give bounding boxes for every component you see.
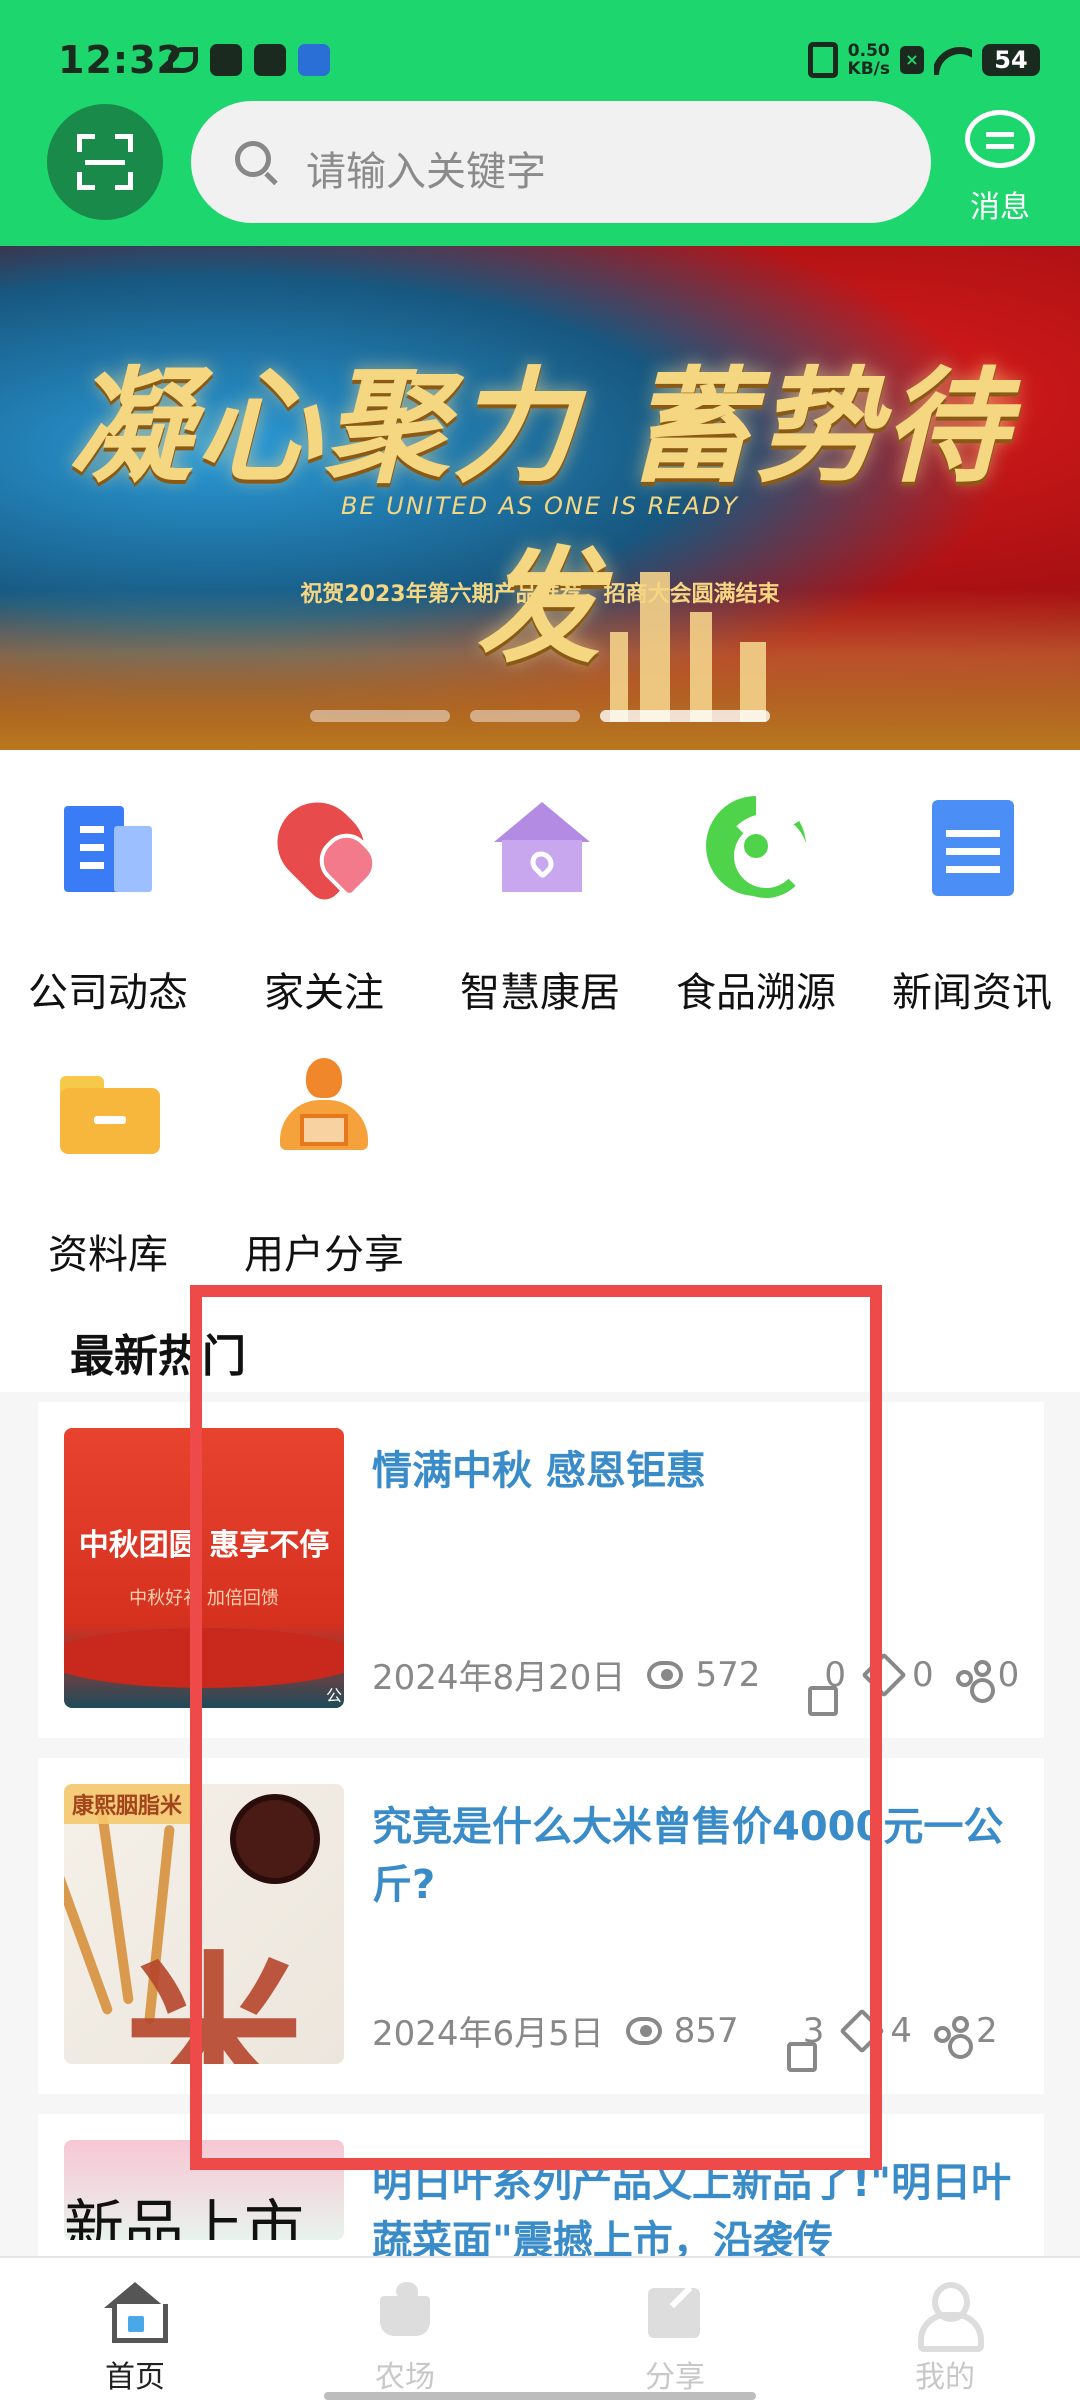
- nav-farm[interactable]: 农场: [270, 2258, 540, 2408]
- feature-user-share[interactable]: 用户分享: [216, 1022, 432, 1278]
- home-icon: [104, 2280, 168, 2343]
- nav-share[interactable]: 分享: [540, 2258, 810, 2408]
- status-time: 12:32: [58, 38, 184, 82]
- search-placeholder: 请输入关键字: [306, 149, 546, 195]
- hearts-icon: [274, 796, 374, 896]
- user-share-icon: [274, 1058, 374, 1158]
- leaf-app-icon: [168, 47, 198, 73]
- no-sim-icon: ×: [900, 46, 924, 74]
- banner-subtitle: 祝贺2023年第六期产品推荐、招商大会圆满结束: [300, 582, 780, 607]
- app-store-icon: [298, 44, 330, 76]
- carousel-indicator: [310, 710, 770, 724]
- scan-button[interactable]: [47, 104, 163, 220]
- status-bar: 12:32 0.50 KB/s × 54: [0, 0, 1080, 96]
- vibrate-icon: [807, 42, 838, 78]
- nav-mine[interactable]: 我的: [810, 2258, 1080, 2408]
- share-icon[interactable]: [955, 1659, 991, 1690]
- chat-bubble-icon: [965, 110, 1035, 168]
- top-header: 12:32 0.50 KB/s × 54 请输入关键字 消息: [0, 0, 1080, 246]
- document-icon: [64, 796, 156, 896]
- house-icon: [490, 796, 590, 896]
- favorite-count: 0: [911, 1654, 934, 1695]
- wifi-icon: [934, 45, 972, 75]
- bottom-nav: 首页 农场 分享 我的: [0, 2256, 1080, 2408]
- share-square-icon: [644, 2280, 706, 2342]
- notification-icons: [168, 44, 330, 76]
- farm-basket-icon: [374, 2280, 436, 2342]
- banner-english: BE UNITED AS ONE IS READY: [340, 492, 740, 520]
- share-icon[interactable]: [933, 2015, 969, 2046]
- favorite-count: 4: [890, 2010, 912, 2051]
- feature-news[interactable]: 新闻资讯: [864, 760, 1080, 1016]
- scan-icon: [77, 134, 133, 190]
- feature-library[interactable]: 资料库: [0, 1022, 216, 1278]
- message-app-icon: [210, 44, 242, 76]
- highlight-box: [190, 1285, 882, 2170]
- messages-button[interactable]: 消息: [950, 104, 1050, 225]
- folder-icon: [58, 1058, 160, 1158]
- feature-food-trace[interactable]: 食品溯源: [648, 760, 864, 1016]
- system-status: 0.50 KB/s × 54: [807, 41, 1040, 79]
- promo-banner[interactable]: 凝心聚力 蓄势待发 BE UNITED AS ONE IS READY 祝贺20…: [0, 246, 1080, 750]
- user-icon: [914, 2280, 984, 2352]
- messages-label: 消息: [970, 190, 1030, 225]
- battery-indicator: 54: [982, 44, 1040, 76]
- gesture-bar[interactable]: [324, 2392, 756, 2400]
- feature-family-care[interactable]: 家关注: [216, 760, 432, 1016]
- tiktok-icon: [254, 44, 286, 76]
- network-speed: 0.50 KB/s: [847, 41, 890, 79]
- news-icon: [922, 796, 1022, 896]
- feature-smart-home[interactable]: 智慧康居: [432, 760, 648, 1016]
- feature-company-news[interactable]: 公司动态: [0, 760, 216, 1016]
- nav-home[interactable]: 首页: [0, 2258, 270, 2408]
- share-count: 0: [997, 1654, 1020, 1695]
- search-icon: [235, 141, 271, 177]
- share-count: 2: [975, 2010, 998, 2051]
- article-title[interactable]: 明日叶系列产品又上新品了!"明日叶蔬菜面"震撼上市，沿袭传: [372, 2154, 1012, 2270]
- radar-icon: [706, 796, 808, 898]
- search-input[interactable]: 请输入关键字: [191, 101, 931, 223]
